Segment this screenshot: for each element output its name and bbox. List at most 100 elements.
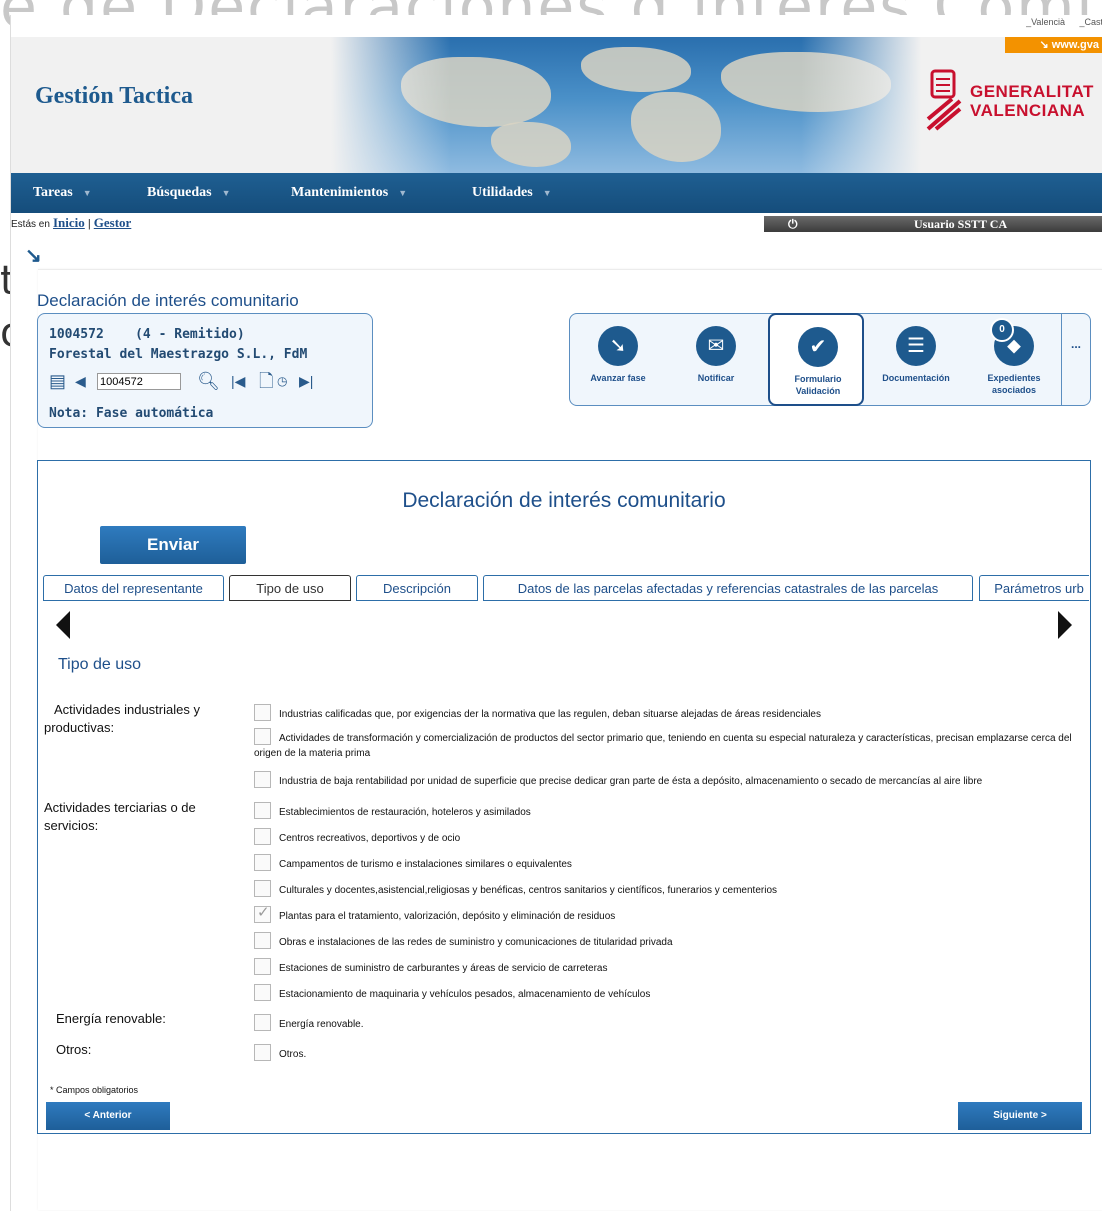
checkbox[interactable] xyxy=(254,802,271,819)
option-industrias-calificadas[interactable]: Industrias calificadas que, por exigenci… xyxy=(254,704,821,722)
expediente-company: Forestal del Maestrazgo S.L., FdM xyxy=(49,347,308,362)
validation-form: Declaración de interés comunitario Envia… xyxy=(37,460,1091,1134)
brand-line-1: GENERALITAT xyxy=(970,82,1094,101)
option-estaciones-carburantes[interactable]: Estaciones de suministro de carburantes … xyxy=(254,958,608,976)
collapse-arrow-icon[interactable]: ↘ xyxy=(25,243,42,268)
group-industriales-label: Actividades industriales y productivas: xyxy=(44,702,200,735)
tab-datos-representante[interactable]: Datos del representante xyxy=(43,575,224,601)
group-energia-label: Energía renovable: xyxy=(56,1011,166,1026)
last-record-icon[interactable]: ▶| xyxy=(299,370,313,392)
option-campamentos[interactable]: Campamentos de turismo e instalaciones s… xyxy=(254,854,572,872)
tab-descripcion[interactable]: Descripción xyxy=(356,575,478,601)
action-toolbar: ➘ Avanzar fase ✉ Notificar ✔ Formulario … xyxy=(569,313,1091,406)
arrow-left-icon[interactable]: ◀ xyxy=(75,370,86,392)
checkbox[interactable] xyxy=(254,854,271,871)
form-tabs: Datos del representante Tipo de uso Desc… xyxy=(43,575,1089,603)
option-transformacion-primario[interactable]: Actividades de transformación y comercia… xyxy=(254,728,1084,761)
expediente-search-input[interactable] xyxy=(97,373,181,390)
notify-button[interactable]: ✉ Notificar xyxy=(668,314,764,405)
breadcrumb-inicio[interactable]: Inicio xyxy=(53,215,85,230)
checkbox-checked[interactable] xyxy=(254,905,271,923)
language-links: _Valencià _Cast xyxy=(1014,17,1102,27)
advance-icon: ➘ xyxy=(598,326,638,366)
advance-phase-button[interactable]: ➘ Avanzar fase xyxy=(570,314,666,405)
validation-form-button[interactable]: ✔ Formulario Validación xyxy=(768,313,864,406)
app-title: Gestión Tactica xyxy=(35,83,194,109)
lang-valencian-link[interactable]: _Valencià xyxy=(1026,17,1065,27)
user-name[interactable]: Usuario SSTT CA xyxy=(914,216,1007,232)
chevron-down-icon: ▼ xyxy=(82,188,92,198)
expediente-navigation: ▤ ◀ 🔍︎ |◀ 🗋 ◷ ▶| xyxy=(49,370,369,392)
tab-tipo-uso[interactable]: Tipo de uso xyxy=(229,575,351,601)
group-terciarias-label: Actividades terciarias o de servicios: xyxy=(44,800,196,833)
associated-files-button[interactable]: ⬥ 0 Expedientes asociados xyxy=(966,314,1062,405)
expediente-number-line: 1004572 (4 - Remitido) xyxy=(49,327,245,342)
search-icon[interactable]: 🔍︎ xyxy=(197,370,220,392)
menu-utilidades[interactable]: Utilidades ▼ xyxy=(472,185,552,201)
tabs-next-arrow-icon[interactable] xyxy=(1058,611,1072,639)
brand-line-2: VALENCIANA xyxy=(970,101,1086,120)
menu-mantenimientos[interactable]: Mantenimientos ▼ xyxy=(291,185,407,201)
option-baja-rentabilidad[interactable]: Industria de baja rentabilidad por unida… xyxy=(254,771,982,789)
app-header: ↘ www.gva Gestión Tactica GENERALITAT VA… xyxy=(11,37,1102,173)
chevron-down-icon: ▼ xyxy=(542,188,552,198)
breadcrumb-separator: | xyxy=(87,218,91,230)
menu-busquedas[interactable]: Búsquedas ▼ xyxy=(147,185,231,201)
app-page: _Valencià _Cast ↘ www.gva Gestión Tactic… xyxy=(10,15,1102,1211)
expediente-section-title: Declaración de interés comunitario xyxy=(37,291,299,310)
checkbox[interactable] xyxy=(254,880,271,897)
section-tipo-uso-title: Tipo de uso xyxy=(58,656,142,673)
option-restauracion[interactable]: Establecimientos de restauración, hotele… xyxy=(254,802,531,820)
option-plantas-residuos[interactable]: Plantas para el tratamiento, valorizació… xyxy=(254,905,615,924)
associated-count-badge: 0 xyxy=(990,318,1014,342)
form-title: Declaración de interés comunitario xyxy=(402,489,726,512)
envelope-icon: ✉ xyxy=(696,326,736,366)
checkbox[interactable] xyxy=(254,1044,271,1061)
breadcrumb-prefix: Estás en xyxy=(11,219,50,230)
clock-icon[interactable]: ◷ xyxy=(277,370,287,392)
tab-parametros-urbanisticos[interactable]: Parámetros urb xyxy=(979,575,1089,601)
group-otros-label: Otros: xyxy=(56,1042,92,1057)
checkbox[interactable] xyxy=(254,728,271,745)
send-button[interactable]: Enviar xyxy=(100,526,246,564)
option-otros[interactable]: Otros. xyxy=(254,1044,306,1062)
document-icon: ☰ xyxy=(896,326,936,366)
user-bar: ⏻ Usuario SSTT CA xyxy=(764,216,1102,232)
checkbox[interactable] xyxy=(254,704,271,721)
breadcrumb: Estás en Inicio | Gestor xyxy=(11,215,131,231)
documentation-button[interactable]: ☰ Documentación xyxy=(868,314,964,405)
form-check-icon: ✔ xyxy=(798,327,838,367)
history-document-icon[interactable]: 🗋 xyxy=(259,370,273,392)
generalitat-emblem-icon xyxy=(926,69,962,131)
tabs-prev-arrow-icon[interactable] xyxy=(56,611,70,639)
lang-spanish-link[interactable]: _Cast xyxy=(1079,17,1102,27)
checkbox[interactable] xyxy=(254,984,271,1001)
first-record-icon[interactable]: |◀ xyxy=(231,370,245,392)
previous-button[interactable]: < Anterior xyxy=(46,1102,170,1130)
chevron-down-icon: ▼ xyxy=(221,188,231,198)
option-energia-renovable[interactable]: Energía renovable. xyxy=(254,1014,364,1032)
option-obras-redes[interactable]: Obras e instalaciones de las redes de su… xyxy=(254,932,673,950)
checkbox[interactable] xyxy=(254,932,271,949)
checkbox[interactable] xyxy=(254,958,271,975)
main-menu: Tareas ▼ Búsquedas ▼ Mantenimientos ▼ Utili… xyxy=(11,173,1102,213)
option-estacionamiento[interactable]: Estacionamiento de maquinaria y vehículo… xyxy=(254,984,650,1002)
gva-web-link[interactable]: ↘ www.gva xyxy=(1005,37,1102,53)
checkbox[interactable] xyxy=(254,1014,271,1031)
chevron-down-icon: ▼ xyxy=(398,188,408,198)
expediente-summary: 1004572 (4 - Remitido) Forestal del Maes… xyxy=(37,313,373,428)
more-actions-button[interactable]: ... xyxy=(1061,314,1090,405)
expediente-note: Nota: Fase automática xyxy=(49,406,214,421)
option-culturales[interactable]: Culturales y docentes,asistencial,religi… xyxy=(254,880,777,898)
option-centros-recreativos[interactable]: Centros recreativos, deportivos y de oci… xyxy=(254,828,460,846)
calculator-icon[interactable]: ▤ xyxy=(49,370,66,392)
menu-tareas[interactable]: Tareas ▼ xyxy=(33,185,92,201)
checkbox[interactable] xyxy=(254,771,271,788)
next-button[interactable]: Siguiente > xyxy=(958,1102,1082,1130)
checkbox[interactable] xyxy=(254,828,271,845)
required-fields-note: * Campos obligatorios xyxy=(50,1085,139,1095)
tab-datos-parcelas[interactable]: Datos de las parcelas afectadas y refere… xyxy=(483,575,973,601)
breadcrumb-gestor[interactable]: Gestor xyxy=(94,215,132,230)
power-icon[interactable]: ⏻ xyxy=(788,216,798,232)
generalitat-logo[interactable]: GENERALITAT VALENCIANA xyxy=(926,67,1096,137)
